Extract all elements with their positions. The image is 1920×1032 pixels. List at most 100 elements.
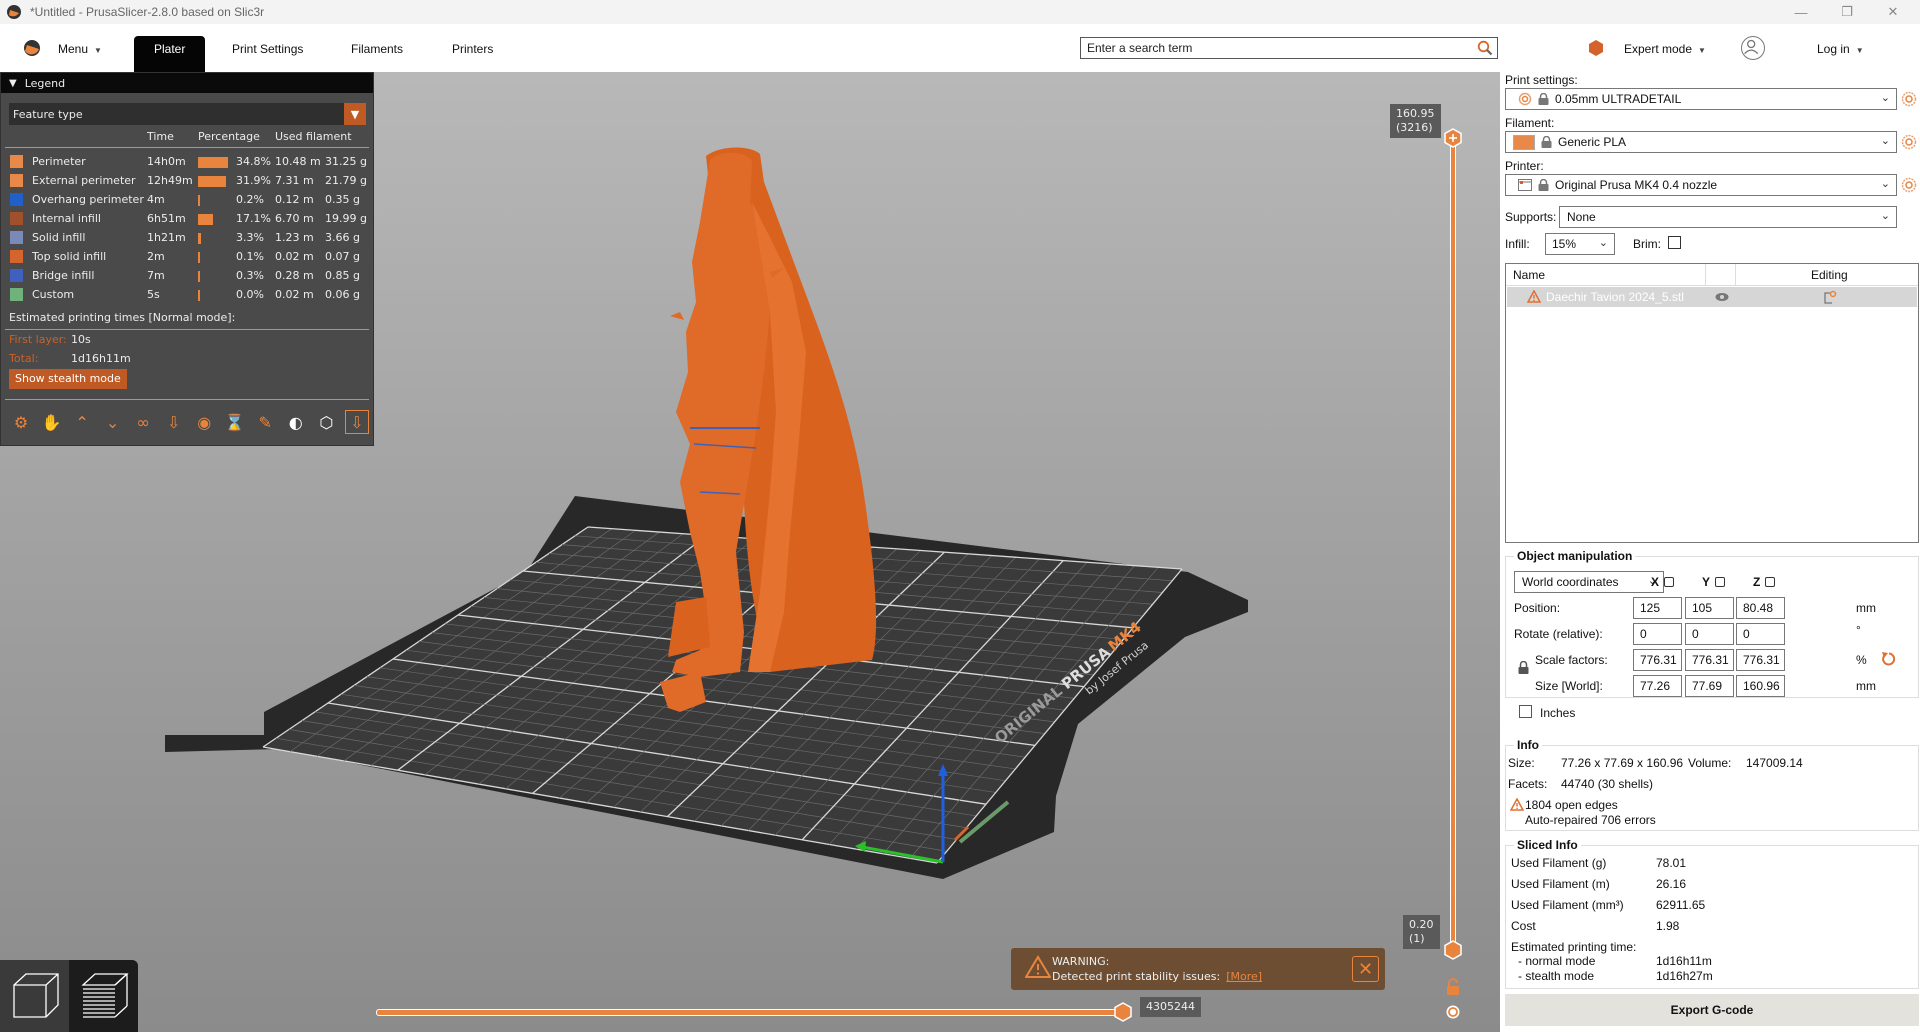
legend-row[interactable]: Custom 5s 0.0% 0.02 m 0.06 g bbox=[1, 286, 375, 305]
user-avatar-icon[interactable] bbox=[1741, 36, 1765, 60]
retractions-icon[interactable]: ⌃ bbox=[70, 410, 94, 434]
scale-z-field[interactable]: 776.31 bbox=[1736, 649, 1785, 671]
legend-length: 10.48 m bbox=[275, 155, 321, 168]
pause-icon[interactable]: ⌛ bbox=[223, 410, 247, 434]
legend-header[interactable]: ▼ Legend bbox=[1, 73, 373, 93]
legend-color-swatch bbox=[10, 155, 23, 168]
print-settings-gear-icon[interactable] bbox=[1901, 91, 1917, 107]
shells-icon[interactable]: ⬡ bbox=[314, 410, 338, 434]
menu-button[interactable]: Menu ▼ bbox=[48, 36, 112, 62]
tool-changes-icon[interactable]: ⇩ bbox=[162, 410, 186, 434]
inches-checkbox[interactable] bbox=[1519, 705, 1532, 718]
close-button[interactable]: ✕ bbox=[1870, 0, 1916, 24]
legend-color-swatch bbox=[10, 174, 23, 187]
custom-gcode-icon[interactable]: ✎ bbox=[253, 410, 277, 434]
seams-icon[interactable]: ∞ bbox=[131, 410, 155, 434]
filament-color-swatch[interactable] bbox=[1513, 134, 1535, 150]
minimize-button[interactable]: — bbox=[1778, 0, 1824, 24]
filament-gear-icon[interactable] bbox=[1901, 134, 1917, 150]
maximize-button[interactable]: ❐ bbox=[1824, 0, 1870, 24]
travel-icon[interactable]: ⚙ bbox=[9, 410, 33, 434]
view-type-combo[interactable]: Feature type ▼ bbox=[9, 103, 366, 125]
login-dropdown[interactable]: Log in ▼ bbox=[1807, 36, 1874, 62]
size-x-field[interactable]: 77.26 bbox=[1633, 675, 1682, 697]
edit-settings-icon[interactable] bbox=[1823, 290, 1837, 304]
legend-row[interactable]: Overhang perimeter 4m 0.2% 0.12 m 0.35 g bbox=[1, 191, 375, 210]
coordinate-system-combo[interactable]: World coordinates ⌄ bbox=[1514, 571, 1664, 593]
position-y-field[interactable]: 105 bbox=[1685, 597, 1734, 619]
legend-row[interactable]: Internal infill 6h51m 17.1% 6.70 m 19.99 g bbox=[1, 210, 375, 229]
tab-filaments[interactable]: Filaments bbox=[341, 36, 413, 62]
printer-combo[interactable]: Original Prusa MK4 0.4 nozzle ⌄ bbox=[1505, 174, 1897, 196]
tab-print-settings[interactable]: Print Settings bbox=[222, 36, 313, 62]
3d-viewport[interactable]: ORIGINAL PRUSA MK4 by Josef Prusa ▼ Legen… bbox=[0, 72, 1500, 1032]
drop-to-bed-icon[interactable] bbox=[1715, 577, 1726, 587]
search-input[interactable] bbox=[1081, 38, 1461, 58]
scale-lock-icon[interactable] bbox=[1518, 661, 1529, 674]
scale-y-field[interactable]: 776.31 bbox=[1685, 649, 1734, 671]
prusaslicer-logo-icon bbox=[7, 5, 21, 19]
rotate-x-field[interactable]: 0 bbox=[1633, 623, 1682, 645]
search-box[interactable] bbox=[1080, 37, 1498, 59]
wipe-icon[interactable]: ✋ bbox=[40, 410, 64, 434]
tab-plater[interactable]: Plater bbox=[134, 36, 206, 72]
color-changes-icon[interactable]: ◉ bbox=[192, 410, 216, 434]
tool-marker-icon[interactable]: ⇩ bbox=[344, 410, 369, 434]
move-slider-thumb[interactable] bbox=[1113, 1002, 1133, 1022]
info-facets-value: 44740 (30 shells) bbox=[1561, 777, 1654, 791]
center-of-gravity-icon[interactable]: ◐ bbox=[284, 410, 308, 434]
legend-row[interactable]: Top solid infill 2m 0.1% 0.02 m 0.07 g bbox=[1, 248, 375, 267]
size-z-field[interactable]: 160.96 bbox=[1736, 675, 1785, 697]
layer-top-height: 160.95 bbox=[1396, 107, 1435, 120]
object-name[interactable]: Daechir Tavion 2024_5.stl bbox=[1546, 290, 1684, 304]
layer-slider-track[interactable] bbox=[1450, 138, 1456, 950]
legend-row[interactable]: Solid infill 1h21m 3.3% 1.23 m 3.66 g bbox=[1, 229, 375, 248]
info-title: Info bbox=[1514, 738, 1542, 752]
layer-slider-top-thumb[interactable] bbox=[1443, 128, 1463, 148]
rotate-y-field[interactable]: 0 bbox=[1685, 623, 1734, 645]
slider-settings-gear-icon[interactable] bbox=[1445, 1004, 1461, 1020]
scale-x-field[interactable]: 776.31 bbox=[1633, 649, 1682, 671]
legend-row[interactable]: Bridge infill 7m 0.3% 0.28 m 0.85 g bbox=[1, 267, 375, 286]
rotate-z-field[interactable]: 0 bbox=[1736, 623, 1785, 645]
show-stealth-mode-button[interactable]: Show stealth mode bbox=[9, 369, 127, 389]
3d-view-button[interactable] bbox=[0, 960, 69, 1032]
login-label: Log in bbox=[1817, 42, 1850, 56]
reset-scale-icon[interactable] bbox=[1881, 651, 1895, 667]
mode-dropdown[interactable]: Expert mode ▼ bbox=[1614, 36, 1716, 62]
object-row[interactable]: Daechir Tavion 2024_5.stl bbox=[1507, 287, 1917, 307]
layer-slider-bottom-thumb[interactable] bbox=[1443, 940, 1463, 960]
print-settings-combo[interactable]: 0.05mm ULTRADETAIL ⌄ bbox=[1505, 88, 1897, 110]
axis-header-z: Z bbox=[1753, 575, 1776, 589]
legend-row[interactable]: Perimeter 14h0m 34.8% 10.48 m 31.25 g bbox=[1, 153, 375, 172]
legend-row[interactable]: External perimeter 12h49m 31.9% 7.31 m 21.79… bbox=[1, 172, 375, 191]
size-y-field[interactable]: 77.69 bbox=[1685, 675, 1734, 697]
infill-combo[interactable]: 15% ⌄ bbox=[1545, 233, 1615, 255]
tab-printers[interactable]: Printers bbox=[442, 36, 503, 62]
position-z-field[interactable]: 80.48 bbox=[1736, 597, 1785, 619]
preview-button[interactable] bbox=[69, 960, 138, 1032]
brim-checkbox[interactable] bbox=[1668, 236, 1681, 249]
close-warning-button[interactable]: ✕ bbox=[1352, 956, 1379, 982]
warning-more-link[interactable]: [More] bbox=[1226, 970, 1262, 983]
sliced-info-value: 78.01 bbox=[1656, 856, 1687, 870]
unlock-icon[interactable] bbox=[1445, 978, 1461, 996]
deretractions-icon[interactable]: ⌄ bbox=[101, 410, 125, 434]
supports-combo[interactable]: None ⌄ bbox=[1559, 206, 1897, 228]
legend-feature-name: External perimeter bbox=[32, 174, 136, 187]
move-slider-tooltip: 4305244 bbox=[1140, 997, 1201, 1017]
move-slider-track[interactable] bbox=[376, 1009, 1124, 1016]
printer-gear-icon[interactable] bbox=[1901, 177, 1917, 193]
export-gcode-button[interactable]: Export G-code bbox=[1505, 994, 1919, 1026]
chevron-down-icon[interactable]: ▼ bbox=[344, 103, 366, 125]
collapse-triangle-icon[interactable]: ▼ bbox=[9, 78, 17, 89]
legend-percentage: 0.0% bbox=[236, 288, 264, 301]
search-icon[interactable] bbox=[1477, 40, 1493, 56]
drop-to-bed-icon[interactable] bbox=[1664, 577, 1675, 587]
3d-model-figure[interactable] bbox=[660, 147, 877, 713]
position-x-field[interactable]: 125 bbox=[1633, 597, 1682, 619]
drop-to-bed-icon[interactable] bbox=[1765, 577, 1776, 587]
eye-icon[interactable] bbox=[1715, 292, 1729, 302]
total-value: 1d16h11m bbox=[71, 352, 131, 365]
filament-combo[interactable]: Generic PLA ⌄ bbox=[1505, 131, 1897, 153]
